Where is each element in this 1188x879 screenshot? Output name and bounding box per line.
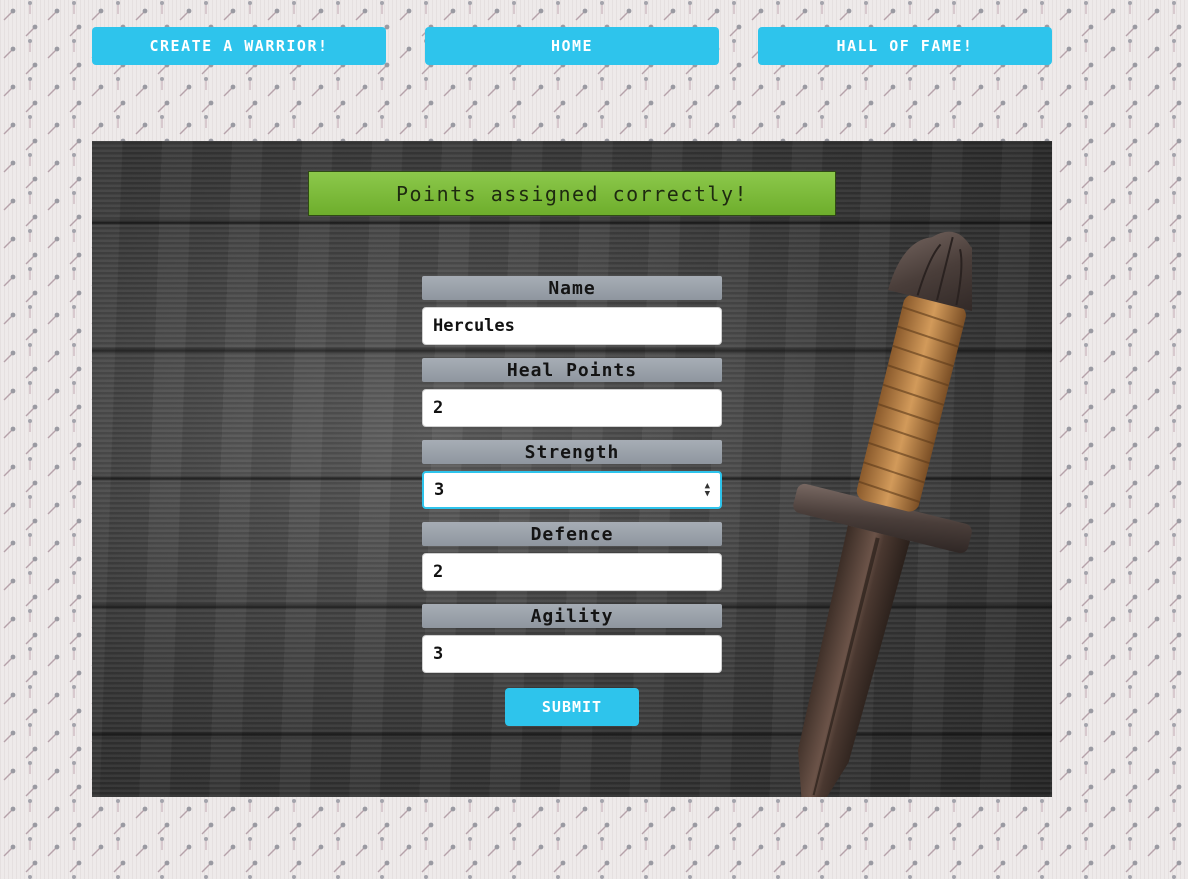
spinner-arrows-icon[interactable]: ▲ ▼ (705, 482, 710, 499)
heal-points-label: Heal Points (422, 358, 722, 382)
agility-label: Agility (422, 604, 722, 628)
heal-points-input[interactable]: 2 (422, 389, 722, 427)
strength-value: 3 (434, 480, 445, 500)
defence-label: Defence (422, 522, 722, 546)
hall-of-fame-button[interactable]: HALL OF FAME! (758, 27, 1052, 65)
name-label: Name (422, 276, 722, 300)
submit-button[interactable]: SUBMIT (505, 688, 639, 726)
create-warrior-button[interactable]: CREATE A WARRIOR! (92, 27, 386, 65)
agility-input[interactable]: 3 (422, 635, 722, 673)
strength-label: Strength (422, 440, 722, 464)
spinner-down-icon[interactable]: ▼ (705, 490, 710, 499)
name-input[interactable]: Hercules (422, 307, 722, 345)
success-message: Points assigned correctly! (308, 171, 836, 216)
home-button[interactable]: HOME (425, 27, 719, 65)
warrior-form-panel: Points assigned correctly! Name Hercules… (92, 141, 1052, 797)
sword-image (793, 231, 972, 797)
defence-input[interactable]: 2 (422, 553, 722, 591)
strength-input[interactable]: 3 ▲ ▼ (422, 471, 722, 509)
